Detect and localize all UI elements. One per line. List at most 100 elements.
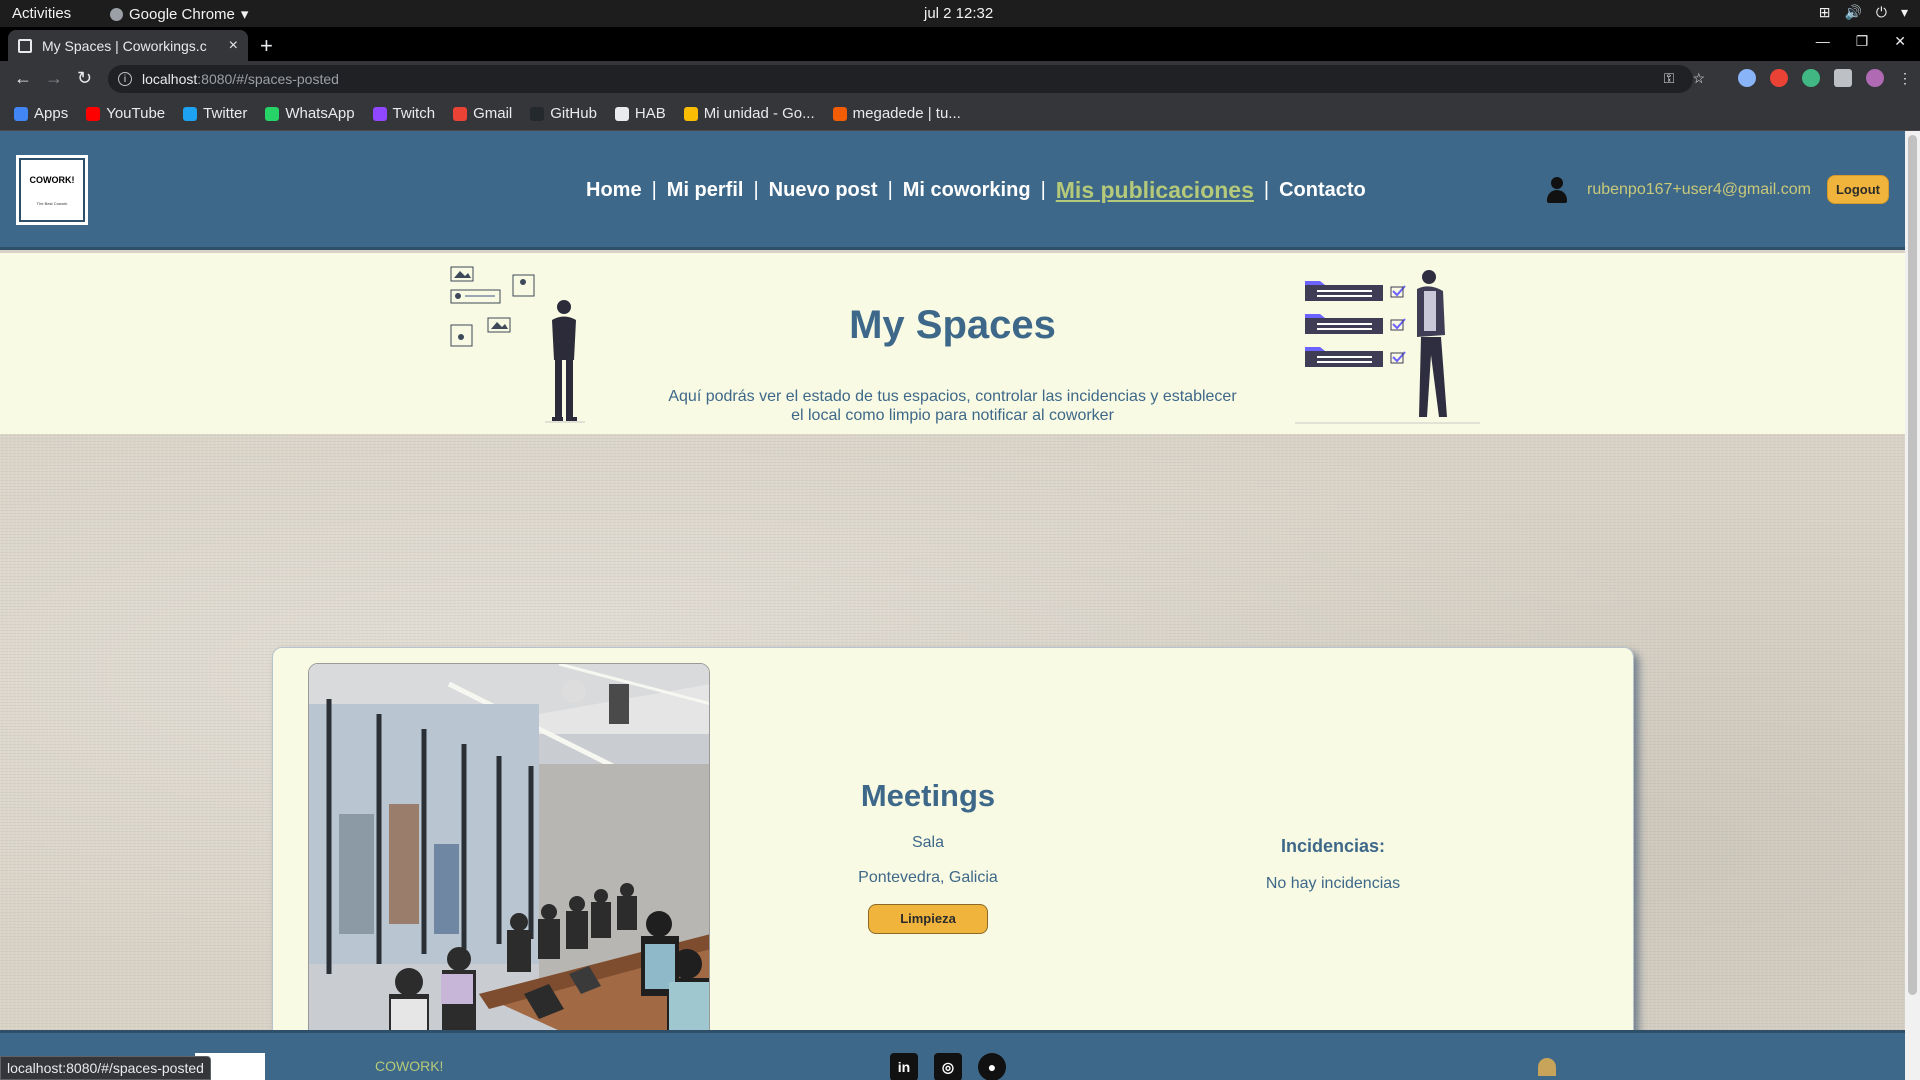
bookmark-item[interactable]: Gmail: [453, 105, 512, 122]
bookmark-icon: [683, 106, 698, 121]
bookmark-star-icon[interactable]: ☆: [1692, 70, 1705, 87]
bookmark-item[interactable]: HAB: [614, 105, 666, 122]
site-logo[interactable]: COWORK! The Best Cowork: [16, 155, 88, 225]
status-bubble: localhost:8080/#/spaces-posted: [0, 1056, 211, 1080]
space-location: Pontevedra, Galicia: [858, 869, 998, 886]
window-controls: — ❐ ✕: [1816, 33, 1906, 50]
user-email[interactable]: rubenpo167+user4@gmail.com: [1587, 181, 1811, 199]
profile-avatar[interactable]: [1866, 69, 1884, 87]
main-nav: Home | Mi perfil | Nuevo post | Mi coworking | M…: [586, 177, 1366, 204]
bookmark-label: Mi unidad - Go...: [703, 105, 815, 122]
power-icon: ⏻: [1875, 4, 1887, 20]
space-type: Sala: [911, 834, 945, 851]
reload-icon[interactable]: ↻: [77, 68, 92, 89]
bookmark-item[interactable]: Twitter: [183, 105, 247, 122]
bookmark-label: HAB: [634, 105, 666, 122]
nav-link[interactable]: Mi perfil: [667, 179, 744, 202]
nav-separator: |: [887, 179, 893, 201]
app-menu[interactable]: Google Chrome ▾: [110, 5, 248, 23]
restore-icon[interactable]: ❐: [1856, 33, 1869, 50]
space-photo[interactable]: [308, 663, 710, 1066]
meeting-room-photo: [309, 664, 709, 1065]
omnibox-actions: ⚿ ☆: [1664, 70, 1705, 87]
extension-icon[interactable]: [1770, 69, 1788, 87]
bookmark-item[interactable]: megadede | tu...: [832, 105, 961, 122]
page-scrollbar[interactable]: [1905, 131, 1920, 1080]
app-menu-label: Google Chrome: [129, 5, 235, 23]
back-icon[interactable]: ←: [14, 68, 32, 89]
url-path: :8080/#/spaces-posted: [197, 71, 339, 87]
bookmark-item[interactable]: WhatsApp: [265, 105, 355, 122]
browser-tab[interactable]: My Spaces | Coworkings.c ×: [8, 30, 248, 61]
bookmark-icon: [14, 106, 28, 121]
system-clock[interactable]: jul 2 12:32: [924, 5, 993, 22]
linkedin-icon[interactable]: in: [890, 1053, 918, 1080]
site-header: COWORK! The Best Cowork Home | Mi perfil | N…: [0, 131, 1905, 250]
key-icon[interactable]: ⚿: [1664, 70, 1675, 87]
bookmark-label: Apps: [34, 105, 69, 122]
page-viewport: COWORK! The Best Cowork Home | Mi perfil | N…: [0, 131, 1905, 1080]
bookmark-label: megadede | tu...: [852, 105, 961, 122]
browser-toolbar: ← → ↻ i localhost:8080/#/spaces-posted ⚿…: [0, 61, 1920, 97]
bookmark-item[interactable]: GitHub: [530, 105, 597, 122]
tab-title: My Spaces | Coworkings.c: [42, 37, 207, 54]
chevron-down-icon: ▾: [1900, 4, 1908, 20]
bookmark-label: Twitch: [392, 105, 436, 122]
footer-brand: COWORK!: [375, 1058, 444, 1074]
incidents-status: No hay incidencias: [1265, 875, 1401, 892]
bookmark-item[interactable]: Mi unidad - Go...: [683, 105, 815, 122]
nav-separator: |: [753, 179, 759, 201]
bookmark-icon: [832, 106, 847, 121]
nav-link[interactable]: Mi coworking: [903, 179, 1031, 202]
puzzle-icon[interactable]: [1834, 69, 1852, 87]
user-area: rubenpo167+user4@gmail.com Logout: [1545, 175, 1889, 204]
nav-separator: |: [1263, 179, 1270, 201]
space-name: Meetings: [860, 778, 996, 813]
new-tab-button[interactable]: +: [260, 33, 273, 59]
menu-dots-icon[interactable]: ⋮: [1898, 69, 1912, 87]
clean-button[interactable]: Limpieza: [868, 904, 988, 934]
bookmark-label: Gmail: [473, 105, 513, 122]
address-bar[interactable]: i localhost:8080/#/spaces-posted: [108, 65, 1693, 93]
system-tray[interactable]: ⊞ 🔊 ⏻ ▾: [1819, 4, 1908, 21]
extensions-area: ⋮: [1738, 69, 1912, 87]
user-icon: [1545, 176, 1569, 203]
checklist-person-illustration: [1295, 270, 1480, 424]
page-favicon-icon: [18, 38, 32, 53]
extension-icon[interactable]: [1738, 69, 1756, 87]
bookmark-icon: [372, 106, 387, 121]
space-card: Meetings Sala Pontevedra, Galicia Limpie…: [272, 647, 1634, 1080]
close-tab-icon[interactable]: ×: [229, 37, 238, 55]
bookmark-item[interactable]: Twitch: [372, 105, 436, 122]
bookmark-icon: [265, 106, 280, 121]
github-icon[interactable]: ●: [978, 1053, 1006, 1080]
incidents-title: Incidencias:: [1280, 836, 1386, 856]
instagram-icon[interactable]: ◎: [934, 1053, 962, 1080]
system-top-bar: Activities Google Chrome ▾ jul 2 12:32 ⊞…: [0, 0, 1920, 27]
nav-separator: |: [651, 179, 657, 201]
site-info-icon[interactable]: i: [118, 72, 132, 86]
scrollbar-thumb[interactable]: [1908, 135, 1917, 995]
bookmark-icon: [183, 106, 198, 121]
forward-icon[interactable]: →: [45, 68, 63, 89]
bookmark-item[interactable]: Apps: [14, 105, 68, 122]
nav-link[interactable]: Contacto: [1279, 179, 1366, 202]
site-footer: COWORK! in ◎ ●: [0, 1030, 1905, 1080]
footer-avatar: [1538, 1058, 1556, 1076]
chrome-icon: [110, 7, 123, 21]
close-window-icon[interactable]: ✕: [1894, 33, 1906, 50]
nav-link[interactable]: Nuevo post: [769, 179, 878, 202]
nav-link[interactable]: Home: [586, 179, 642, 202]
url-host: localhost: [142, 71, 198, 87]
space-info: Meetings Sala Pontevedra, Galicia Limpie…: [803, 778, 1053, 934]
logo-text: COWORK!: [29, 174, 75, 185]
vue-devtools-icon[interactable]: [1802, 69, 1820, 87]
bookmark-item[interactable]: YouTube: [86, 105, 165, 122]
bookmark-label: GitHub: [550, 105, 597, 122]
logo-subtitle: The Best Cowork: [36, 200, 68, 206]
page-description: Aquí podrás ver el estado de tus espacio…: [668, 388, 1237, 424]
logout-button[interactable]: Logout: [1826, 175, 1889, 204]
minimize-icon[interactable]: —: [1816, 33, 1830, 50]
activities-button[interactable]: Activities: [12, 5, 71, 22]
nav-link[interactable]: Mis publicaciones: [1056, 177, 1254, 204]
